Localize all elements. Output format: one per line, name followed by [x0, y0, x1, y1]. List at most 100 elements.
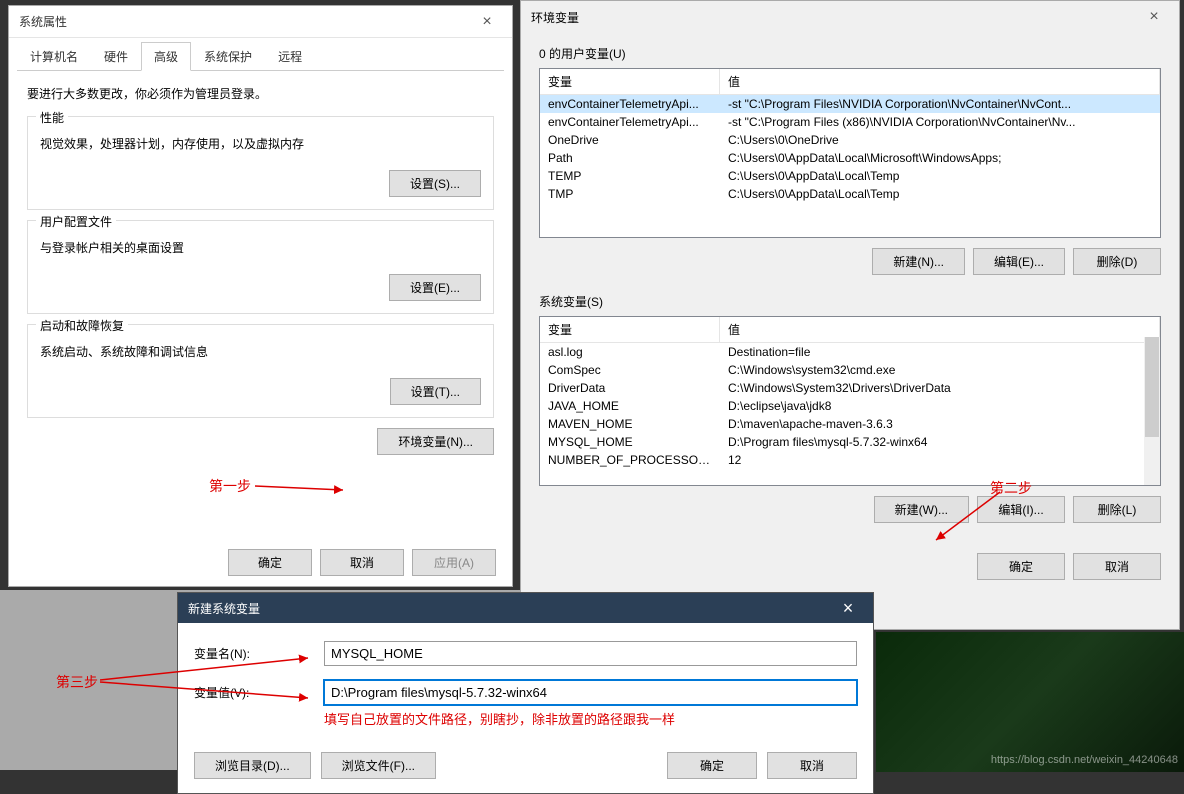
tab-hardware[interactable]: 硬件 [91, 42, 141, 70]
col-value[interactable]: 值 [720, 69, 1160, 94]
tab-remote[interactable]: 远程 [265, 42, 315, 70]
var-value: 12 [720, 451, 1160, 469]
table-row[interactable]: MYSQL_HOMED:\Program files\mysql-5.7.32-… [540, 433, 1160, 451]
user-vars-list[interactable]: 变量 值 envContainerTelemetryApi...-st "C:\… [539, 68, 1161, 238]
var-value: Destination=file [720, 343, 1160, 361]
var-name: TEMP [540, 167, 720, 185]
dialog-title: 新建系统变量 [188, 600, 260, 617]
sys-vars-label: 系统变量(S) [539, 293, 1161, 310]
var-value: -st "C:\Program Files\NVIDIA Corporation… [720, 95, 1160, 113]
col-value[interactable]: 值 [720, 317, 1160, 342]
dialog-titlebar: 环境变量 × [521, 1, 1179, 33]
var-name: Path [540, 149, 720, 167]
watermark: https://blog.csdn.net/weixin_44240648 [991, 754, 1178, 766]
table-row[interactable]: TMPC:\Users\0\AppData\Local\Temp [540, 185, 1160, 203]
ok-button[interactable]: 确定 [977, 553, 1065, 580]
table-row[interactable]: MAVEN_HOMED:\maven\apache-maven-3.6.3 [540, 415, 1160, 433]
performance-group: 性能 视觉效果，处理器计划，内存使用，以及虚拟内存 设置(S)... [27, 116, 494, 210]
performance-settings-button[interactable]: 设置(S)... [389, 170, 481, 197]
var-name: DriverData [540, 379, 720, 397]
col-variable[interactable]: 变量 [540, 69, 720, 94]
system-properties-dialog: 系统属性 × 计算机名 硬件 高级 系统保护 远程 要进行大多数更改，你必须作为… [8, 5, 513, 587]
performance-legend: 性能 [36, 109, 68, 126]
cancel-button[interactable]: 取消 [320, 549, 404, 576]
dialog-titlebar[interactable]: 新建系统变量 × [178, 593, 873, 623]
tab-advanced[interactable]: 高级 [141, 42, 191, 71]
var-name: MYSQL_HOME [540, 433, 720, 451]
tab-bar: 计算机名 硬件 高级 系统保护 远程 [17, 42, 504, 71]
var-value: C:\Users\0\AppData\Local\Temp [720, 167, 1160, 185]
close-icon[interactable]: × [1139, 8, 1169, 26]
admin-note-text: 要进行大多数更改，你必须作为管理员登录。 [27, 85, 494, 102]
user-edit-button[interactable]: 编辑(E)... [973, 248, 1065, 275]
browse-directory-button[interactable]: 浏览目录(D)... [194, 752, 311, 779]
table-row[interactable]: NUMBER_OF_PROCESSORS12 [540, 451, 1160, 469]
variable-value-input[interactable] [324, 680, 857, 705]
table-row[interactable]: envContainerTelemetryApi...-st "C:\Progr… [540, 95, 1160, 113]
var-name: OneDrive [540, 131, 720, 149]
dialog-title: 系统属性 [19, 13, 67, 30]
close-icon[interactable]: × [472, 13, 502, 31]
sys-edit-button[interactable]: 编辑(I)... [977, 496, 1065, 523]
startup-desc: 系统启动、系统故障和调试信息 [40, 343, 481, 360]
cancel-button[interactable]: 取消 [767, 752, 857, 779]
browse-file-button[interactable]: 浏览文件(F)... [321, 752, 436, 779]
var-value: C:\Users\0\AppData\Local\Microsoft\Windo… [720, 149, 1160, 167]
dialog-title: 环境变量 [531, 9, 579, 26]
user-delete-button[interactable]: 删除(D) [1073, 248, 1161, 275]
sys-vars-list[interactable]: 变量 值 asl.logDestination=fileComSpecC:\Wi… [539, 316, 1161, 486]
variable-name-input[interactable] [324, 641, 857, 666]
var-name: MAVEN_HOME [540, 415, 720, 433]
var-name: NUMBER_OF_PROCESSORS [540, 451, 720, 469]
user-profile-group: 用户配置文件 与登录帐户相关的桌面设置 设置(E)... [27, 220, 494, 314]
var-value: C:\Users\0\AppData\Local\Temp [720, 185, 1160, 203]
var-value: D:\eclipse\java\jdk8 [720, 397, 1160, 415]
var-name: asl.log [540, 343, 720, 361]
table-row[interactable]: PathC:\Users\0\AppData\Local\Microsoft\W… [540, 149, 1160, 167]
sys-new-button[interactable]: 新建(W)... [874, 496, 969, 523]
desktop-background: https://blog.csdn.net/weixin_44240648 [876, 632, 1184, 772]
close-icon[interactable]: × [833, 598, 863, 619]
environment-variables-button[interactable]: 环境变量(N)... [377, 428, 494, 455]
var-value: D:\Program files\mysql-5.7.32-winx64 [720, 433, 1160, 451]
ok-button[interactable]: 确定 [228, 549, 312, 576]
apply-button[interactable]: 应用(A) [412, 549, 496, 576]
startup-legend: 启动和故障恢复 [36, 317, 128, 334]
environment-variables-dialog: 环境变量 × 0 的用户变量(U) 变量 值 envContainerTelem… [520, 0, 1180, 630]
cancel-button[interactable]: 取消 [1073, 553, 1161, 580]
variable-value-label: 变量值(V): [194, 684, 324, 701]
user-profile-desc: 与登录帐户相关的桌面设置 [40, 239, 481, 256]
var-value: C:\Users\0\OneDrive [720, 131, 1160, 149]
user-profile-legend: 用户配置文件 [36, 213, 116, 230]
user-vars-label: 0 的用户变量(U) [539, 45, 1161, 62]
tab-system-protection[interactable]: 系统保护 [191, 42, 265, 70]
var-value: -st "C:\Program Files (x86)\NVIDIA Corpo… [720, 113, 1160, 131]
startup-settings-button[interactable]: 设置(T)... [390, 378, 481, 405]
variable-name-label: 变量名(N): [194, 645, 324, 662]
user-new-button[interactable]: 新建(N)... [872, 248, 965, 275]
var-name: envContainerTelemetryApi... [540, 113, 720, 131]
col-variable[interactable]: 变量 [540, 317, 720, 342]
var-name: ComSpec [540, 361, 720, 379]
dialog-titlebar: 系统属性 × [9, 6, 512, 38]
table-row[interactable]: OneDriveC:\Users\0\OneDrive [540, 131, 1160, 149]
tab-computer-name[interactable]: 计算机名 [17, 42, 91, 70]
ok-button[interactable]: 确定 [667, 752, 757, 779]
startup-recovery-group: 启动和故障恢复 系统启动、系统故障和调试信息 设置(T)... [27, 324, 494, 418]
sys-delete-button[interactable]: 删除(L) [1073, 496, 1161, 523]
table-row[interactable]: JAVA_HOMED:\eclipse\java\jdk8 [540, 397, 1160, 415]
table-row[interactable]: ComSpecC:\Windows\system32\cmd.exe [540, 361, 1160, 379]
var-value: C:\Windows\system32\cmd.exe [720, 361, 1160, 379]
performance-desc: 视觉效果，处理器计划，内存使用，以及虚拟内存 [40, 135, 481, 152]
table-row[interactable]: asl.logDestination=file [540, 343, 1160, 361]
new-system-variable-dialog: 新建系统变量 × 变量名(N): 变量值(V): 填写自己放置的文件路径，别瞎抄… [177, 592, 874, 794]
table-row[interactable]: envContainerTelemetryApi...-st "C:\Progr… [540, 113, 1160, 131]
table-row[interactable]: TEMPC:\Users\0\AppData\Local\Temp [540, 167, 1160, 185]
var-value: D:\maven\apache-maven-3.6.3 [720, 415, 1160, 433]
helper-text: 填写自己放置的文件路径，别瞎抄，除非放置的路径跟我一样 [324, 709, 857, 728]
user-profile-settings-button[interactable]: 设置(E)... [389, 274, 481, 301]
var-name: TMP [540, 185, 720, 203]
table-row[interactable]: DriverDataC:\Windows\System32\Drivers\Dr… [540, 379, 1160, 397]
var-value: C:\Windows\System32\Drivers\DriverData [720, 379, 1160, 397]
scrollbar[interactable] [1144, 337, 1160, 485]
